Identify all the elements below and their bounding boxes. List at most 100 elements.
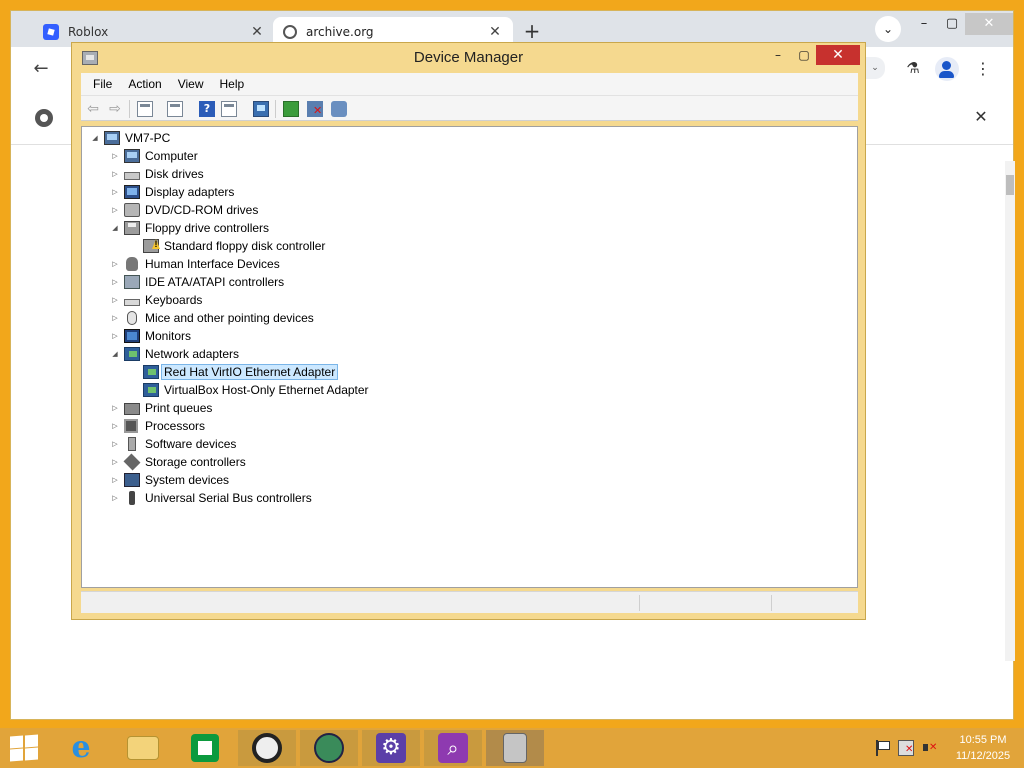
help-icon[interactable]: ?	[199, 101, 215, 117]
expand-toggle[interactable]: ▷	[110, 417, 120, 435]
expand-toggle[interactable]: ▷	[110, 453, 120, 471]
expand-toggle[interactable]: ▷	[110, 147, 120, 165]
taskbar-item-device-manager[interactable]	[486, 730, 544, 766]
maximize-button[interactable]: ▢	[792, 45, 816, 65]
properties-icon[interactable]	[167, 101, 183, 117]
tree-item-disk-drives[interactable]: ▷ Disk drives	[110, 165, 203, 183]
device-tree[interactable]: ◢ VM7-PC ▷ Computer ▷ Disk drives ▷ Disp…	[81, 126, 858, 588]
expand-toggle[interactable]: ◢	[110, 345, 120, 363]
tree-item-human-interface-devices[interactable]: ▷ Human Interface Devices	[110, 255, 280, 273]
scrollbar-thumb[interactable]	[1006, 175, 1014, 195]
expand-toggle[interactable]: ▷	[110, 471, 120, 489]
network-disconnected-icon[interactable]	[898, 740, 914, 756]
taskbar-item-file-explorer[interactable]	[114, 730, 172, 766]
menu-view[interactable]: View	[170, 77, 212, 91]
expand-toggle[interactable]: ▷	[110, 165, 120, 183]
tree-item-monitors[interactable]: ▷ Monitors	[110, 327, 191, 345]
forward-arrow-icon[interactable]: ⇨	[107, 101, 123, 117]
tree-item-print-queues[interactable]: ▷ Print queues	[110, 399, 212, 417]
tree-item-network-adapters[interactable]: ◢ Network adapters	[110, 345, 239, 363]
expand-toggle[interactable]: ▷	[110, 399, 120, 417]
close-window-button[interactable]: ✕	[816, 45, 860, 65]
minimize-button[interactable]: –	[766, 45, 790, 65]
tree-item-usb-controllers[interactable]: ▷ Universal Serial Bus controllers	[110, 489, 312, 507]
expand-toggle[interactable]: ▷	[110, 273, 120, 291]
tree-item-red-hat-virtio-ethernet-adapter[interactable]: Red Hat VirtIO Ethernet Adapter	[143, 363, 339, 381]
tree-item-processors[interactable]: ▷ Processors	[110, 417, 205, 435]
tree-item-label: Standard floppy disk controller	[164, 239, 326, 253]
expand-toggle[interactable]: ▷	[110, 327, 120, 345]
expand-toggle[interactable]: ◢	[110, 219, 120, 237]
taskbar-item-settings[interactable]: ⚙	[362, 730, 420, 766]
menu-file[interactable]: File	[85, 77, 120, 91]
labs-icon[interactable]: ⚗	[903, 59, 923, 79]
profile-avatar[interactable]	[935, 57, 959, 81]
title-bar[interactable]: Device Manager – ▢ ✕	[72, 43, 865, 73]
mouse-icon	[127, 311, 137, 325]
chrome-icon	[35, 109, 53, 127]
tree-item-dvd-drives[interactable]: ▷ DVD/CD-ROM drives	[110, 201, 258, 219]
show-hide-console-tree-icon[interactable]	[137, 101, 153, 117]
menu-help[interactable]: Help	[212, 77, 253, 91]
taskbar-item-webcam[interactable]	[238, 730, 296, 766]
expand-toggle[interactable]: ▷	[110, 183, 120, 201]
omnibox-dropdown-button[interactable]: ⌄	[865, 57, 885, 79]
tree-item-mice[interactable]: ▷ Mice and other pointing devices	[110, 309, 314, 327]
expand-toggle[interactable]: ▷	[110, 489, 120, 507]
action-center-flag-icon[interactable]	[876, 740, 892, 756]
tree-item-software-devices[interactable]: ▷ Software devices	[110, 435, 236, 453]
usb-icon	[129, 491, 135, 505]
start-button[interactable]	[8, 734, 40, 762]
taskbar-item-browser[interactable]	[300, 730, 358, 766]
taskbar-item-search[interactable]: ⌕	[424, 730, 482, 766]
tree-item-display-adapters[interactable]: ▷ Display adapters	[110, 183, 234, 201]
tree-item-computer[interactable]: ▷ Computer	[110, 147, 198, 165]
tree-item-system-devices[interactable]: ▷ System devices	[110, 471, 229, 489]
device-manager-window: Device Manager – ▢ ✕ File Action View He…	[71, 42, 866, 620]
taskbar-item-store[interactable]	[176, 730, 234, 766]
internet-explorer-icon: e	[71, 730, 91, 765]
enable-device-icon[interactable]	[331, 101, 347, 117]
close-window-button[interactable]: ✕	[965, 13, 1013, 35]
expand-toggle[interactable]: ▷	[110, 201, 120, 219]
tree-root[interactable]: ◢ VM7-PC	[90, 129, 170, 147]
back-arrow-icon[interactable]: ⇦	[85, 101, 101, 117]
clock-date: 11/12/2025	[955, 750, 1011, 762]
back-button[interactable]: ←	[29, 57, 53, 81]
menu-bar: File Action View Help	[81, 73, 858, 95]
tree-item-ide-controllers[interactable]: ▷ IDE ATA/ATAPI controllers	[110, 273, 284, 291]
uninstall-device-icon[interactable]	[307, 101, 323, 117]
network-adapter-icon	[143, 365, 159, 379]
expand-toggle[interactable]: ▷	[110, 309, 120, 327]
tree-item-storage-controllers[interactable]: ▷ Storage controllers	[110, 453, 246, 471]
browser-menu-button[interactable]: ⋮	[973, 57, 993, 81]
tree-item-virtualbox-host-only-ethernet-adapter[interactable]: VirtualBox Host-Only Ethernet Adapter	[143, 381, 369, 399]
expand-toggle[interactable]: ◢	[90, 129, 100, 147]
infobar-close-button[interactable]: ✕	[971, 107, 991, 127]
close-icon[interactable]: ✕	[487, 24, 503, 40]
tree-item-standard-floppy-disk-controller[interactable]: Standard floppy disk controller	[143, 237, 325, 255]
update-driver-icon[interactable]	[283, 101, 299, 117]
tree-item-floppy-drive-controllers[interactable]: ◢ Floppy drive controllers	[110, 219, 269, 237]
hid-icon	[126, 257, 138, 271]
tree-item-keyboards[interactable]: ▷ Keyboards	[110, 291, 202, 309]
close-icon[interactable]: ✕	[249, 24, 265, 40]
tree-item-label: Mice and other pointing devices	[145, 311, 314, 325]
action-pane-icon[interactable]	[221, 101, 237, 117]
expand-toggle[interactable]: ▷	[110, 435, 120, 453]
globe-icon	[283, 25, 297, 39]
expand-toggle[interactable]: ▷	[110, 255, 120, 273]
minimize-button[interactable]: –	[909, 13, 939, 35]
status-separator	[771, 595, 772, 611]
printer-icon	[124, 402, 140, 415]
menu-action[interactable]: Action	[120, 77, 169, 91]
clock[interactable]: 10:55 PM 11/12/2025	[948, 732, 1018, 764]
clock-time: 10:55 PM	[959, 734, 1007, 746]
expand-toggle[interactable]: ▷	[110, 291, 120, 309]
maximize-button[interactable]: ▢	[937, 13, 967, 35]
search-tabs-button[interactable]: ⌄	[875, 16, 901, 42]
taskbar-item-internet-explorer[interactable]: e	[52, 730, 110, 766]
page-scrollbar[interactable]	[1005, 161, 1015, 661]
volume-muted-icon[interactable]	[922, 740, 938, 756]
scan-hardware-icon[interactable]	[253, 101, 269, 117]
